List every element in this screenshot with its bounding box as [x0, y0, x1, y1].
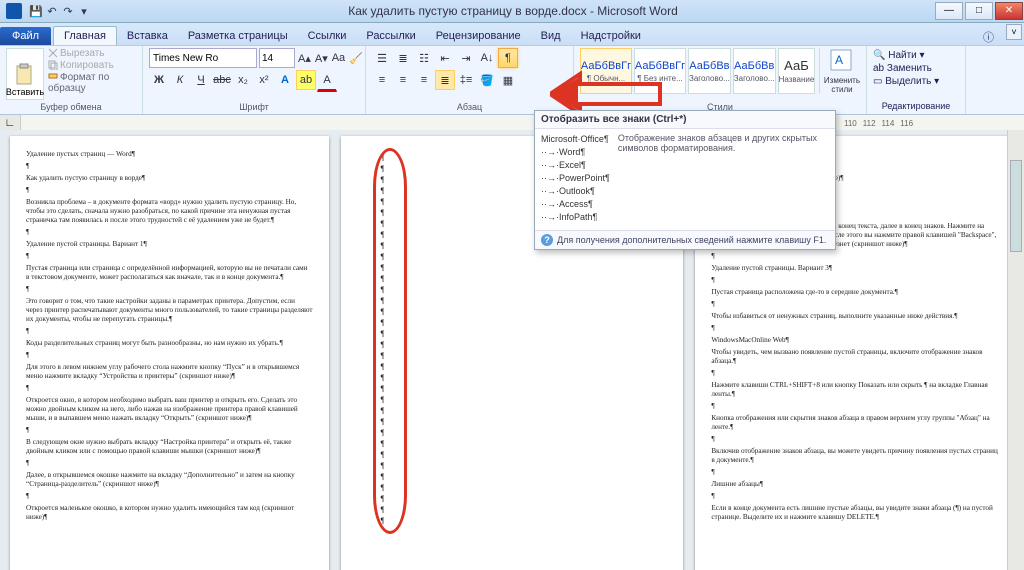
clear-format-button[interactable]: 🧹 — [348, 48, 364, 68]
font-size-input[interactable] — [259, 48, 295, 68]
italic-button[interactable]: К — [170, 70, 190, 90]
group-editing-label: Редактирование — [873, 100, 959, 112]
maximize-button[interactable]: □ — [965, 2, 993, 20]
group-editing: 🔍 Найти ▾ ab Заменить ▭ Выделить ▾ Редак… — [867, 46, 966, 114]
group-clipboard: Вставить Вырезать Копировать Формат по о… — [0, 46, 143, 114]
qat-save-icon[interactable]: 💾 — [28, 5, 44, 18]
tab-mailings[interactable]: Рассылки — [356, 27, 425, 45]
indent-button[interactable]: ⇥ — [456, 48, 476, 68]
underline-button[interactable]: Ч — [191, 70, 211, 90]
tab-review[interactable]: Рецензирование — [426, 27, 531, 45]
page-1: Удаление пустых страниц — Word¶¶Как удал… — [10, 136, 329, 570]
select-button[interactable]: ▭ Выделить ▾ — [873, 75, 959, 88]
change-styles-button[interactable]: A Изменить стили — [824, 48, 860, 94]
style-title[interactable]: АаБНазвание — [778, 48, 816, 94]
group-clipboard-label: Буфер обмена — [6, 102, 136, 112]
borders-button[interactable]: ▦ — [498, 70, 518, 90]
text-effects-button[interactable]: A — [275, 70, 295, 90]
line-spacing-button[interactable]: ‡≡ — [456, 70, 476, 90]
replace-button[interactable]: ab Заменить — [873, 62, 959, 75]
style-nospacing[interactable]: АаБбВвГг¶ Без инте... — [634, 48, 686, 94]
help-icon[interactable]: ⓘ — [983, 29, 994, 45]
tab-view[interactable]: Вид — [531, 27, 571, 45]
shrink-font-button[interactable]: A▾ — [314, 48, 329, 68]
tab-selector[interactable]: ∟ — [0, 115, 21, 131]
justify-button[interactable]: ≣ — [435, 70, 455, 90]
qat-undo-icon[interactable]: ↶ — [44, 5, 60, 18]
grow-font-button[interactable]: A▴ — [297, 48, 312, 68]
style-normal[interactable]: АаБбВвГг¶ Обычн... — [580, 48, 632, 94]
style-heading1[interactable]: АаБбВвЗаголово... — [688, 48, 731, 94]
sort-button[interactable]: A↓ — [477, 48, 497, 68]
bullets-button[interactable]: ☰ — [372, 48, 392, 68]
title-bar: 💾 ↶ ↷ ▾ Как удалить пустую страницу в во… — [0, 0, 1024, 23]
document-area[interactable]: Удаление пустых страниц — Word¶¶Как удал… — [0, 130, 1024, 570]
change-styles-icon: A — [829, 48, 855, 74]
show-hide-pilcrow-button[interactable]: ¶ — [498, 48, 518, 68]
multilevel-button[interactable]: ☷ — [414, 48, 434, 68]
ribbon: Вставить Вырезать Копировать Формат по о… — [0, 46, 1024, 115]
app-icon — [6, 3, 22, 19]
tab-addins[interactable]: Надстройки — [571, 27, 651, 45]
align-left-button[interactable]: ≡ — [372, 70, 392, 90]
font-color-button[interactable]: A — [317, 70, 337, 92]
qat-customize-icon[interactable]: ▾ — [76, 5, 92, 18]
svg-text:A: A — [835, 53, 843, 67]
cut-button[interactable]: Вырезать — [48, 48, 136, 59]
align-right-button[interactable]: ≡ — [414, 70, 434, 90]
pilcrow-tooltip: Отобразить все знаки (Ctrl+*) Microsoft·… — [534, 110, 836, 250]
align-center-button[interactable]: ≡ — [393, 70, 413, 90]
tooltip-footer: ?Для получения дополнительных сведений н… — [535, 230, 835, 249]
numbering-button[interactable]: ≣ — [393, 48, 413, 68]
style-heading2[interactable]: АаБбВвЗаголово... — [733, 48, 776, 94]
change-case-button[interactable]: Aa — [331, 48, 346, 68]
minimize-button[interactable]: — — [935, 2, 963, 20]
annotation-oval — [373, 148, 407, 534]
ribbon-tabs: Файл Главная Вставка Разметка страницы С… — [0, 23, 1024, 46]
tooltip-title: Отобразить все знаки (Ctrl+*) — [535, 111, 835, 129]
tab-insert[interactable]: Вставка — [117, 27, 178, 45]
outdent-button[interactable]: ⇤ — [435, 48, 455, 68]
strike-button[interactable]: abc — [212, 70, 232, 90]
ribbon-minimize-button[interactable]: ˅ — [1006, 24, 1022, 40]
copy-button[interactable]: Копировать — [48, 60, 136, 71]
find-button[interactable]: 🔍 Найти ▾ — [873, 49, 959, 62]
qat-redo-icon[interactable]: ↷ — [60, 5, 76, 18]
vertical-scrollbar[interactable] — [1007, 130, 1024, 570]
tab-home[interactable]: Главная — [53, 26, 117, 45]
paste-button[interactable]: Вставить — [6, 48, 44, 100]
tooltip-description: Отображение знаков абзацев и других скры… — [618, 133, 829, 224]
shading-button[interactable]: 🪣 — [477, 70, 497, 90]
paste-label: Вставить — [6, 87, 44, 97]
tooltip-sample-list: Microsoft·Office¶ ··→·Word¶ ··→·Excel¶ ·… — [541, 133, 610, 224]
subscript-button[interactable]: x₂ — [233, 70, 253, 90]
tab-layout[interactable]: Разметка страницы — [178, 27, 298, 45]
format-painter-button[interactable]: Формат по образцу — [48, 72, 136, 94]
group-font-label: Шрифт — [149, 102, 359, 112]
window-title: Как удалить пустую страницу в ворде.docx… — [92, 4, 934, 18]
group-font: A▴ A▾ Aa 🧹 Ж К Ч abc x₂ x² A ab A Шрифт — [143, 46, 366, 114]
tab-references[interactable]: Ссылки — [298, 27, 357, 45]
group-paragraph: ☰ ≣ ☷ ⇤ ⇥ A↓ ¶ ≡ ≡ ≡ ≣ ‡≡ 🪣 ▦ Абзац — [366, 46, 574, 114]
bold-button[interactable]: Ж — [149, 70, 169, 90]
close-button[interactable]: ✕ — [995, 2, 1023, 20]
font-name-input[interactable] — [149, 48, 257, 68]
group-styles: АаБбВвГг¶ Обычн... АаБбВвГг¶ Без инте...… — [574, 46, 867, 114]
highlight-button[interactable]: ab — [296, 70, 316, 90]
paste-icon — [14, 63, 36, 87]
file-tab[interactable]: Файл — [0, 27, 51, 45]
scrollbar-thumb[interactable] — [1010, 160, 1022, 252]
superscript-button[interactable]: x² — [254, 70, 274, 90]
